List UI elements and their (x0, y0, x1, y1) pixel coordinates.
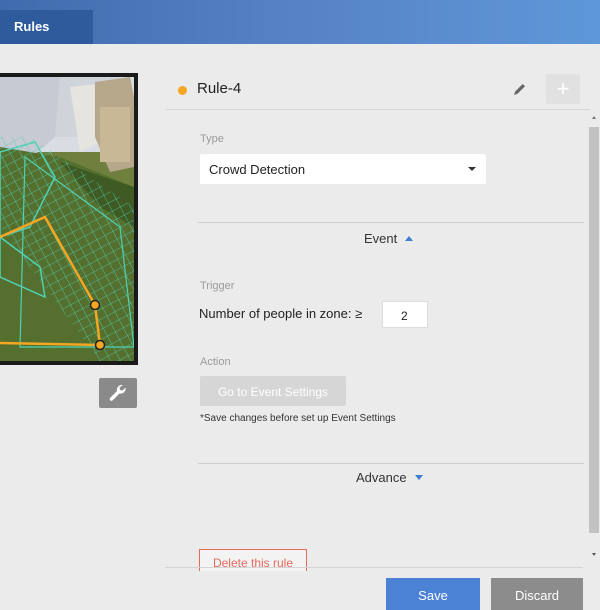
divider (165, 567, 583, 568)
rule-panel: Rule-4 + Type Crowd Detection Event Trig… (165, 70, 590, 571)
edit-rule-button[interactable] (510, 79, 530, 99)
discard-button[interactable]: Discard (491, 578, 583, 610)
camera-image (0, 77, 134, 361)
rule-name: Rule-4 (197, 80, 242, 97)
camera-settings-button[interactable] (99, 378, 137, 408)
tab-rules[interactable]: Rules (0, 10, 93, 44)
scroll-up-icon[interactable] (592, 116, 596, 119)
scroll-thumb[interactable] (589, 127, 599, 533)
scrollbar[interactable] (588, 113, 600, 573)
event-section-title: Event (364, 231, 398, 246)
trigger-condition-text: Number of people in zone: ≥ (199, 306, 363, 321)
go-to-event-settings-button[interactable]: Go to Event Settings (200, 376, 346, 406)
caret-down-icon (468, 167, 476, 171)
type-label: Type (200, 133, 224, 145)
action-label: Action (200, 356, 231, 368)
wrench-icon (109, 384, 126, 401)
status-dot (178, 86, 187, 95)
advance-section-title: Advance (356, 470, 407, 485)
pencil-icon (514, 84, 525, 95)
expand-arrow-icon (414, 475, 423, 480)
divider (198, 222, 584, 223)
divider (165, 109, 590, 110)
trigger-label: Trigger (200, 280, 235, 292)
header-bar: Rules (0, 0, 600, 44)
save-note: *Save changes before set up Event Settin… (200, 413, 396, 424)
add-rule-button[interactable]: + (546, 74, 580, 104)
save-button[interactable]: Save (386, 578, 480, 610)
people-count-input[interactable]: 2 (382, 301, 428, 328)
scroll-down-icon[interactable] (592, 553, 596, 556)
rule-type-select[interactable]: Crowd Detection (200, 154, 486, 184)
divider (198, 463, 584, 464)
camera-preview[interactable] (0, 73, 138, 365)
event-section-toggle[interactable]: Event (364, 231, 414, 246)
advance-section-toggle[interactable]: Advance (356, 470, 423, 485)
rule-type-value: Crowd Detection (209, 162, 306, 177)
collapse-arrow-icon (405, 236, 414, 241)
